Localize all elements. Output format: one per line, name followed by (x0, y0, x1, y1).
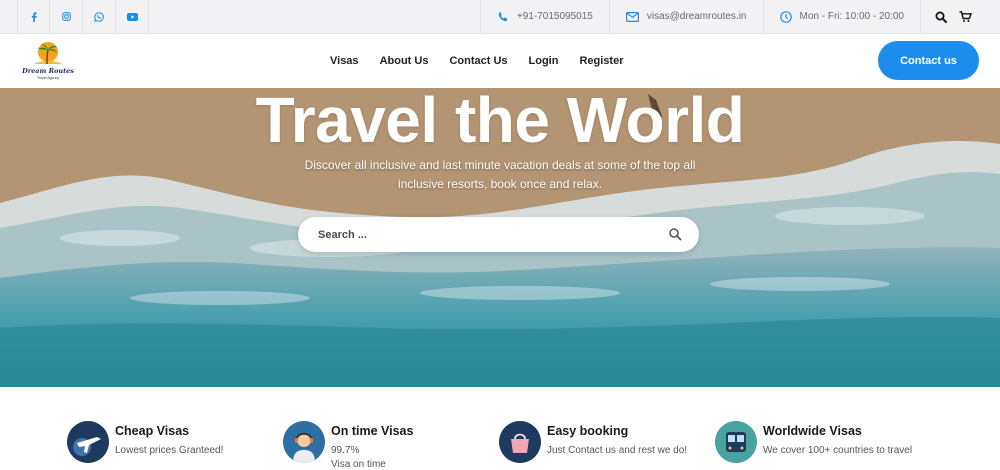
hero-title: Travel the World (255, 88, 745, 156)
feature-worldwide-visas: Worldwide Visas We cover 100+ countries … (715, 421, 925, 467)
feature-title: Worldwide Visas (763, 424, 862, 438)
opening-hours: Mon - Fri: 10:00 - 20:00 (799, 11, 905, 22)
support-agent-icon (283, 421, 325, 463)
email-info[interactable]: visas@dreamroutes.in (608, 0, 763, 33)
phone-number: +91-7015095015 (516, 11, 593, 22)
feature-title: Easy booking (547, 424, 629, 438)
social-links (0, 0, 149, 33)
header-tools (920, 0, 1000, 33)
palm-island-icon (34, 42, 62, 65)
shopping-bag-icon (499, 421, 541, 463)
feature-title: Cheap Visas (115, 424, 190, 438)
nav-item-register[interactable]: Register (579, 55, 623, 67)
contact-us-button[interactable]: Contact us (878, 41, 979, 80)
phone-icon (498, 11, 508, 21)
search-bar (298, 217, 699, 252)
main-header: Dream Routes Travel Agency Visas About U… (0, 34, 1000, 88)
bus-icon (715, 421, 757, 463)
feature-easy-booking: Easy booking Just Contact us and rest we… (499, 421, 709, 467)
clock-icon (779, 10, 792, 23)
search-input[interactable] (318, 225, 648, 244)
features-section: Cheap Visas Lowest prices Granteed! On t… (0, 387, 1000, 470)
search-icon[interactable] (935, 11, 947, 23)
feature-description: 99.7% (331, 445, 360, 456)
feature-description: Lowest prices Granteed! (115, 445, 224, 456)
airplane-icon (67, 421, 109, 463)
mail-icon (625, 11, 639, 22)
feature-description: We cover 100+ countries to travel (763, 445, 913, 456)
hero-section: Travel the World Discover all inclusive … (0, 88, 1000, 387)
email-address: visas@dreamroutes.in (646, 11, 747, 22)
facebook-icon (31, 11, 37, 22)
instagram-link[interactable] (50, 0, 83, 33)
search-icon[interactable] (668, 227, 682, 241)
facebook-link[interactable] (17, 0, 50, 33)
youtube-icon (126, 12, 138, 21)
cart-icon[interactable] (959, 10, 972, 23)
nav-item-visas[interactable]: Visas (330, 55, 359, 67)
logo-subtitle: Travel Agency (36, 76, 60, 80)
phone-info[interactable]: +91-7015095015 (479, 0, 609, 33)
youtube-link[interactable] (116, 0, 149, 33)
whatsapp-icon (94, 11, 104, 22)
nav-item-about-us[interactable]: About Us (380, 55, 429, 67)
feature-on-time-visas: On time Visas 99.7% Visa on time (283, 421, 493, 470)
instagram-icon (61, 12, 71, 21)
nav-item-contact-us[interactable]: Contact Us (449, 55, 507, 67)
feature-description: Just Contact us and rest we do! (547, 445, 688, 456)
feature-cheap-visas: Cheap Visas Lowest prices Granteed! (67, 421, 277, 467)
main-nav: Visas About Us Contact Us Login Register (330, 34, 644, 88)
site-logo[interactable]: Dream Routes Travel Agency (20, 38, 76, 86)
top-bar: +91-7015095015 visas@dreamroutes.in Mon … (0, 0, 1000, 34)
nav-item-login[interactable]: Login (529, 55, 559, 67)
feature-title: On time Visas (331, 424, 414, 438)
hours-info: Mon - Fri: 10:00 - 20:00 (762, 0, 921, 33)
hero-subtitle: Discover all inclusive and last minute v… (304, 158, 696, 191)
whatsapp-link[interactable] (83, 0, 116, 33)
logo-title: Dream Routes (22, 67, 74, 75)
feature-description-line-2: Visa on time (331, 459, 386, 470)
